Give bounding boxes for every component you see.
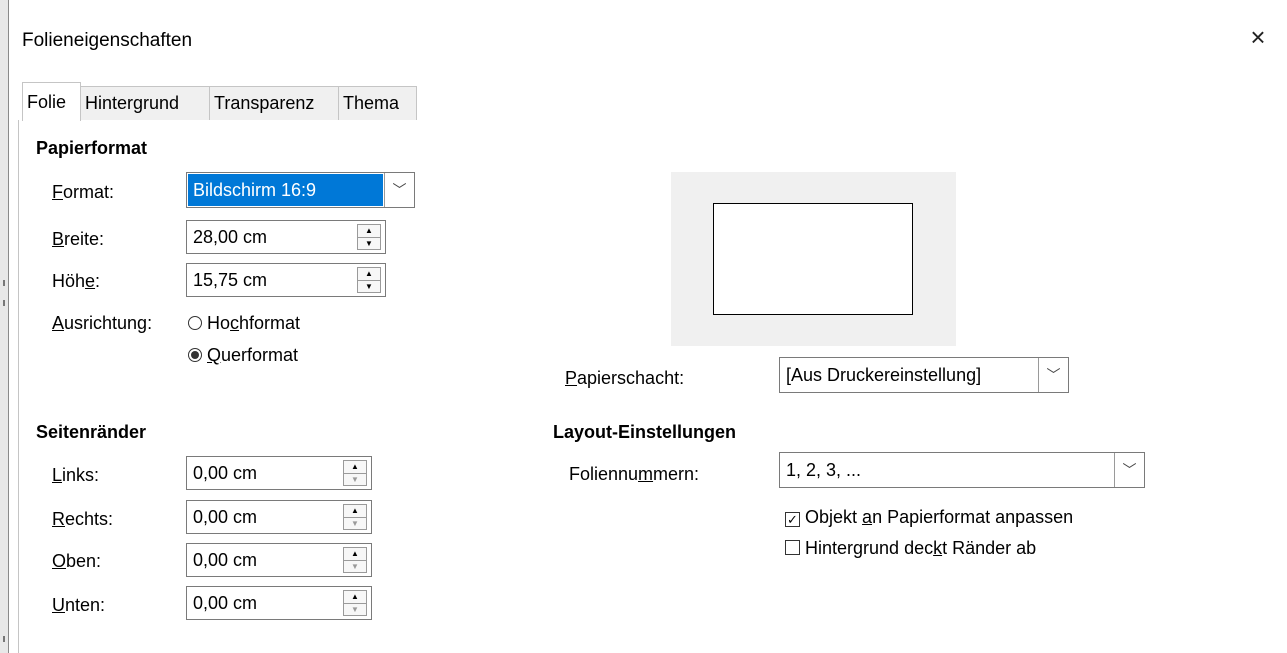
fit-object-checkbox[interactable]: ✓ Objekt an Papierformat anpassen: [785, 507, 1073, 528]
background-window-edge: [0, 0, 8, 653]
paper-format-heading: Papierformat: [36, 138, 148, 158]
margin-left-spinner[interactable]: ▲ ▼: [343, 460, 367, 486]
background-covers-margins-checkbox[interactable]: Hintergrund deckt Ränder ab: [785, 538, 1036, 559]
chevron-down-icon[interactable]: ﹀: [1038, 358, 1068, 392]
margin-left-label: Links:: [52, 465, 100, 485]
tab-folie[interactable]: Folie: [22, 82, 81, 121]
spin-down-icon[interactable]: ▼: [344, 604, 366, 616]
tab-transparenz[interactable]: Transparenz: [209, 86, 339, 120]
margin-top-field[interactable]: 0,00 cm ▲ ▼: [186, 543, 372, 577]
height-spinner[interactable]: ▲ ▼: [357, 267, 381, 293]
slide-numbers-value: 1, 2, 3, ...: [786, 460, 862, 480]
radio-off-icon[interactable]: [188, 316, 202, 330]
margins-heading: Seitenränder: [36, 422, 147, 442]
margin-bottom-spinner[interactable]: ▲ ▼: [343, 590, 367, 616]
spin-up-icon[interactable]: ▲: [358, 268, 380, 280]
format-value: Bildschirm 16:9: [188, 174, 383, 206]
close-icon[interactable]: ×: [1243, 22, 1273, 52]
page-preview-sheet: [713, 203, 913, 315]
margin-top-spinner[interactable]: ▲ ▼: [343, 547, 367, 573]
chevron-down-icon[interactable]: ﹀: [1114, 453, 1144, 487]
paper-tray-value: [Aus Druckereinstellung]: [786, 365, 982, 385]
paper-tray-dropdown[interactable]: [Aus Druckereinstellung] ﹀: [779, 357, 1069, 393]
height-label: Höhe:: [52, 271, 101, 291]
spin-up-icon[interactable]: ▲: [344, 591, 366, 603]
slide-numbers-dropdown[interactable]: 1, 2, 3, ... ﹀: [779, 452, 1145, 488]
portrait-radio[interactable]: Hochformat: [188, 313, 300, 334]
orientation-label: Ausrichtung:: [52, 313, 153, 333]
chevron-down-icon[interactable]: ﹀: [384, 173, 414, 207]
margin-top-label: Oben:: [52, 551, 102, 571]
margin-bottom-field[interactable]: 0,00 cm ▲ ▼: [186, 586, 372, 620]
width-label: Breite:: [52, 229, 105, 249]
format-dropdown[interactable]: Bildschirm 16:9 ﹀: [186, 172, 415, 208]
height-field[interactable]: 15,75 cm ▲ ▼: [186, 263, 386, 297]
format-label: Format:: [52, 182, 115, 202]
spin-up-icon[interactable]: ▲: [344, 548, 366, 560]
tab-thema[interactable]: Thema: [338, 86, 417, 120]
radio-on-icon[interactable]: [188, 348, 202, 362]
width-field[interactable]: 28,00 cm ▲ ▼: [186, 220, 386, 254]
dialog-title: Folieneigenschaften: [22, 30, 193, 51]
spin-up-icon[interactable]: ▲: [344, 461, 366, 473]
spin-down-icon[interactable]: ▼: [344, 561, 366, 573]
spin-down-icon[interactable]: ▼: [344, 474, 366, 486]
slide-numbers-label: Foliennummern:: [569, 464, 700, 484]
tab-hintergrund[interactable]: Hintergrund: [80, 86, 210, 120]
spin-down-icon[interactable]: ▼: [358, 281, 380, 293]
margin-bottom-label: Unten:: [52, 595, 106, 615]
spin-down-icon[interactable]: ▼: [344, 518, 366, 530]
width-spinner[interactable]: ▲ ▼: [357, 224, 381, 250]
checkbox-checked-icon[interactable]: ✓: [785, 512, 800, 527]
margin-right-field[interactable]: 0,00 cm ▲ ▼: [186, 500, 372, 534]
layout-settings-heading: Layout-Einstellungen: [553, 422, 737, 442]
spin-down-icon[interactable]: ▼: [358, 238, 380, 250]
margin-right-spinner[interactable]: ▲ ▼: [343, 504, 367, 530]
spin-up-icon[interactable]: ▲: [344, 505, 366, 517]
margin-right-label: Rechts:: [52, 509, 114, 529]
checkbox-unchecked-icon[interactable]: [785, 540, 800, 555]
landscape-radio[interactable]: Querformat: [188, 345, 298, 366]
margin-left-field[interactable]: 0,00 cm ▲ ▼: [186, 456, 372, 490]
spin-up-icon[interactable]: ▲: [358, 225, 380, 237]
paper-tray-label: Papierschacht:: [565, 368, 685, 388]
